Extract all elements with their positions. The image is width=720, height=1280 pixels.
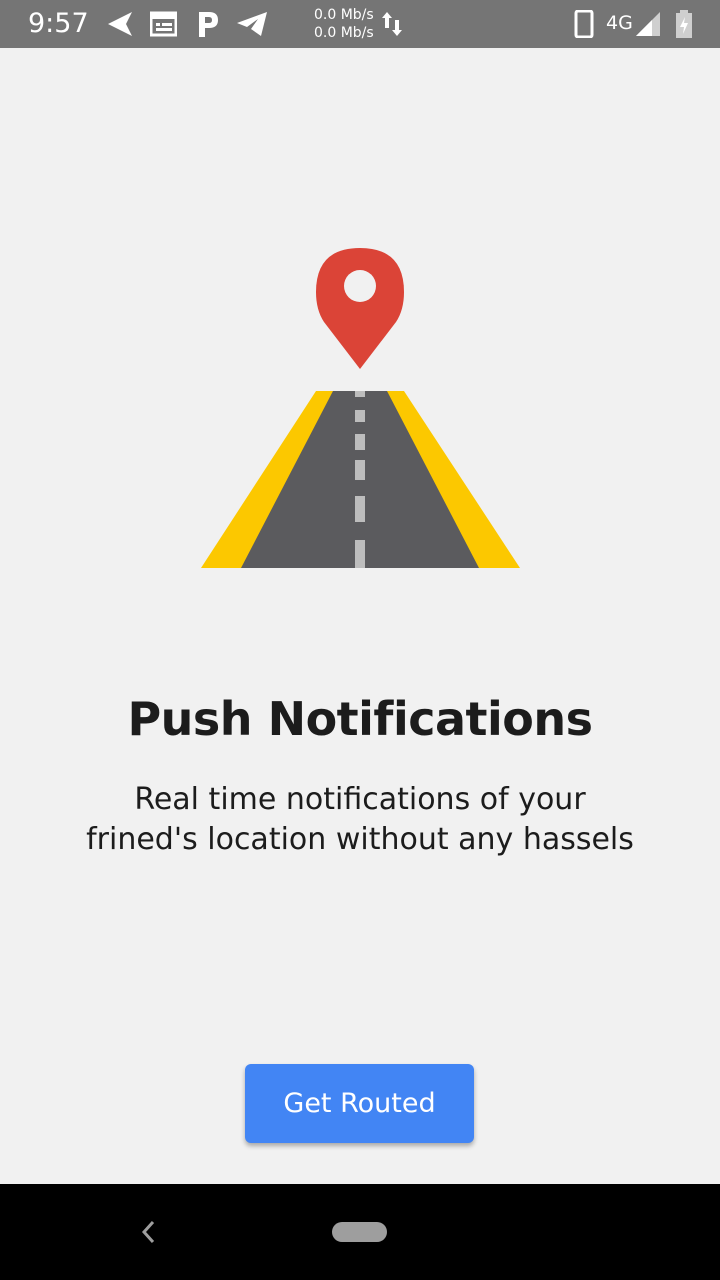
description-line-1: Real time notifications of your <box>134 782 586 817</box>
telegram-icon <box>237 12 267 36</box>
navigation-icon <box>108 12 132 36</box>
network-type: 4G <box>606 12 633 34</box>
road-icon <box>201 391 520 568</box>
data-transfer-icon <box>382 12 402 36</box>
network-speed: 0.0 Mb/s 0.0 Mb/s <box>314 6 374 42</box>
phone-icon <box>574 10 594 38</box>
upload-speed: 0.0 Mb/s <box>314 7 374 23</box>
description-line-2: frined's location without any hassels <box>86 822 634 857</box>
location-pin-icon <box>316 248 404 369</box>
p-app-icon <box>199 12 218 37</box>
signal-icon <box>636 12 660 36</box>
download-speed: 0.0 Mb/s <box>314 25 374 41</box>
get-routed-button[interactable]: Get Routed <box>245 1064 474 1143</box>
onboarding-screen: Push Notifications Real time notificatio… <box>0 48 720 1184</box>
route-illustration <box>201 248 520 568</box>
home-pill-icon[interactable] <box>332 1222 387 1242</box>
battery-charging-icon <box>676 10 692 38</box>
back-icon[interactable] <box>136 1216 160 1248</box>
status-bar: 9:57 0.0 Mb/s 0.0 Mb/s 4G <box>0 0 720 48</box>
onboarding-title: Push Notifications <box>127 692 593 746</box>
calendar-icon <box>150 11 177 37</box>
onboarding-description: Real time notifications of your frined's… <box>0 780 720 860</box>
status-time: 9:57 <box>28 8 89 39</box>
